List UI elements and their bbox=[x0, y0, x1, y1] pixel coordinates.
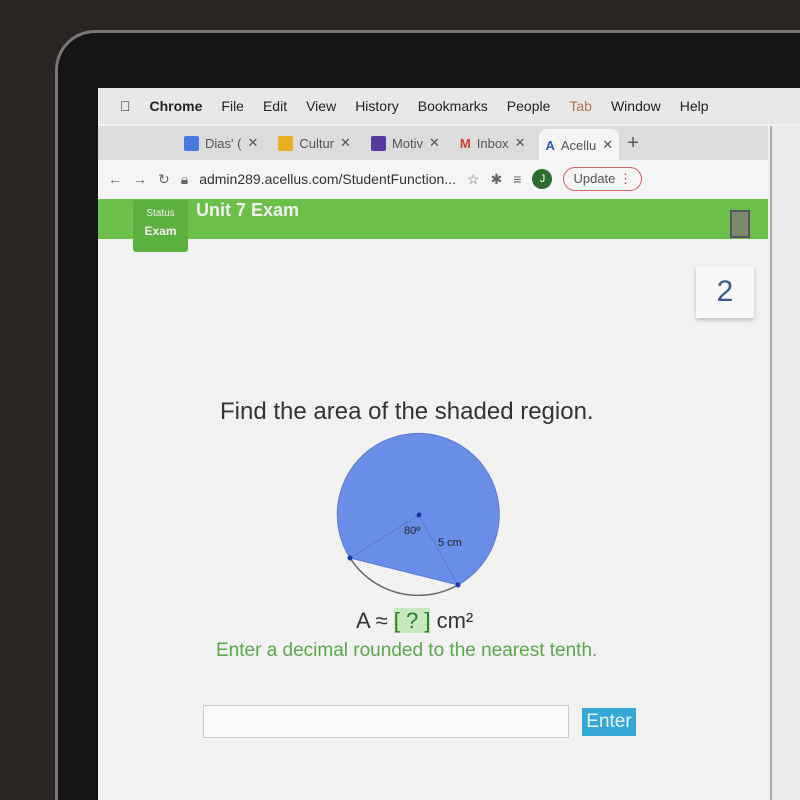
page-title: Unit 7 Exam bbox=[196, 200, 300, 220]
menu-view[interactable]: View bbox=[306, 98, 336, 114]
close-icon[interactable]: ✕ bbox=[429, 135, 440, 151]
status-value: Exam bbox=[144, 224, 177, 238]
adjacent-window bbox=[770, 126, 800, 800]
google-docs-icon bbox=[184, 135, 199, 151]
google-slides-icon bbox=[278, 135, 294, 151]
answer-prefix: A ≈ bbox=[356, 608, 394, 633]
answer-input[interactable] bbox=[203, 705, 569, 738]
menu-bar:  Chrome File Edit View History Bookmark… bbox=[98, 88, 800, 124]
menu-chrome[interactable]: Chrome bbox=[150, 98, 203, 114]
menu-history[interactable]: History bbox=[355, 98, 399, 114]
screen:  Chrome File Edit View History Bookmark… bbox=[98, 88, 800, 800]
close-icon[interactable]: ✕ bbox=[515, 135, 526, 151]
acellus-icon: A bbox=[545, 137, 555, 153]
tab-slides[interactable]: Cultur ✕ bbox=[272, 130, 357, 156]
lock-icon: 🔒︎ bbox=[180, 170, 189, 187]
exit-door-icon[interactable] bbox=[730, 210, 750, 238]
question-text: Find the area of the shaded region. bbox=[220, 398, 594, 425]
status-label: Status bbox=[146, 208, 175, 219]
tab-label: Acellu bbox=[560, 137, 597, 153]
tab-forms[interactable]: Motiv ✕ bbox=[365, 130, 446, 156]
extensions-icon[interactable]: ✱ bbox=[491, 171, 503, 188]
shaded-region bbox=[336, 432, 500, 586]
url-field[interactable]: admin289.acellus.com/StudentFunction... bbox=[199, 171, 456, 187]
answer-unit: cm² bbox=[430, 608, 474, 633]
tab-label: Cultur bbox=[299, 135, 335, 151]
forward-icon[interactable]: → bbox=[133, 171, 147, 187]
close-icon[interactable]: ✕ bbox=[340, 135, 351, 151]
close-icon[interactable]: ✕ bbox=[602, 137, 613, 153]
answer-placeholder: [ ? ] bbox=[393, 608, 431, 633]
tab-gmail[interactable]: M Inbox ✕ bbox=[454, 130, 532, 156]
point bbox=[455, 582, 461, 588]
close-icon[interactable]: ✕ bbox=[247, 135, 258, 151]
menu-people[interactable]: People bbox=[507, 98, 551, 114]
gmail-icon: M bbox=[459, 135, 471, 151]
new-tab-button[interactable]: + bbox=[627, 132, 639, 155]
tab-label: Dias' ( bbox=[205, 135, 242, 151]
media-icon[interactable]: ≡ bbox=[513, 171, 521, 187]
profile-avatar[interactable]: J bbox=[532, 169, 553, 189]
angle-label: 80º bbox=[404, 525, 420, 537]
answer-expression: A ≈ [ ? ] cm² bbox=[356, 608, 473, 634]
point bbox=[347, 555, 353, 561]
update-label: Update bbox=[573, 171, 616, 186]
enter-button[interactable]: Enter bbox=[582, 708, 636, 736]
tab-acellus[interactable]: A Acellu ✕ bbox=[539, 129, 620, 161]
menu-help[interactable]: Help bbox=[680, 98, 709, 114]
address-bar-row: ← → ↻ 🔒︎ admin289.acellus.com/StudentFun… bbox=[98, 160, 768, 198]
tab-docs[interactable]: Dias' ( ✕ bbox=[178, 130, 264, 156]
tab-label: Motiv bbox=[391, 135, 423, 151]
more-icon: ⋮ bbox=[619, 171, 633, 186]
hint-text: Enter a decimal rounded to the nearest t… bbox=[216, 640, 598, 661]
menu-tab[interactable]: Tab bbox=[569, 98, 592, 114]
star-icon[interactable]: ☆ bbox=[467, 171, 480, 188]
apple-icon[interactable]:  bbox=[120, 98, 131, 114]
question-number: 2 bbox=[696, 266, 754, 318]
tab-strip: Dias' ( ✕ Cultur ✕ Motiv ✕ M Inbox ✕ A Acellu ✕… bbox=[98, 126, 768, 161]
google-forms-icon bbox=[370, 135, 386, 151]
menu-window[interactable]: Window bbox=[611, 98, 661, 114]
menu-edit[interactable]: Edit bbox=[263, 98, 287, 114]
back-icon[interactable]: ← bbox=[108, 171, 122, 187]
menu-file[interactable]: File bbox=[221, 98, 244, 114]
circle-figure: 80º 5 cm bbox=[336, 432, 500, 596]
update-button[interactable]: Update ⋮ bbox=[563, 167, 643, 191]
menu-bookmarks[interactable]: Bookmarks bbox=[418, 98, 488, 114]
status-badge[interactable]: Status Exam bbox=[133, 200, 188, 252]
tab-label: Inbox bbox=[476, 135, 509, 151]
center-point bbox=[416, 512, 422, 518]
reload-icon[interactable]: ↻ bbox=[158, 171, 170, 188]
radius-label: 5 cm bbox=[438, 537, 462, 549]
